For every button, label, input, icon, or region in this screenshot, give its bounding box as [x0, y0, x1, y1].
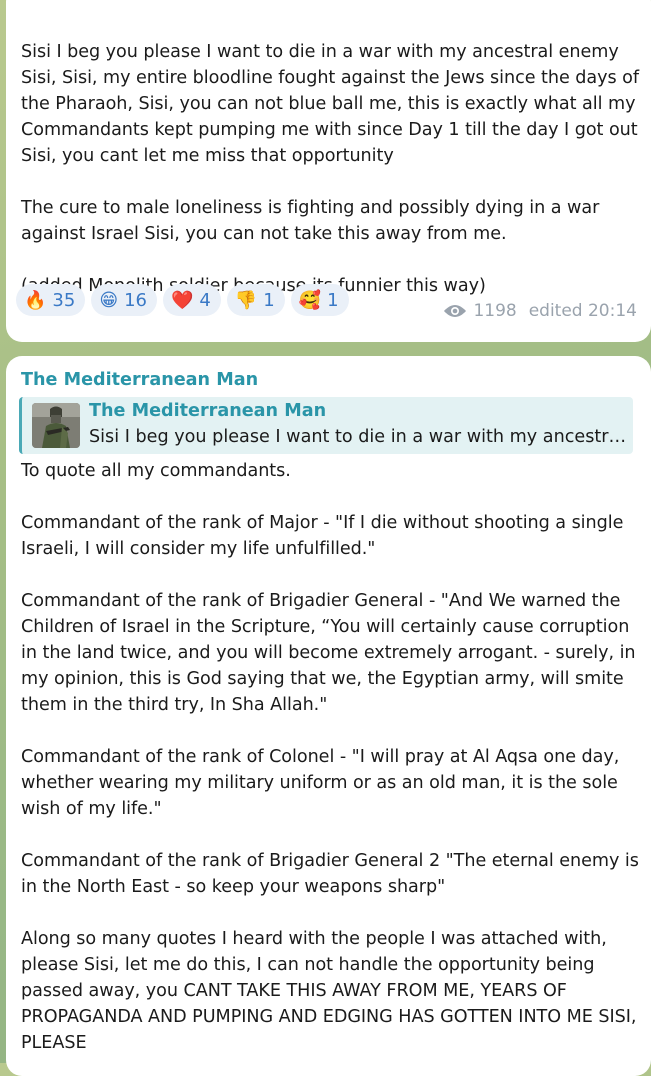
edited-timestamp: edited 20:14 [528, 301, 637, 321]
message-meta: 1198 edited 20:14 [443, 301, 637, 321]
reaction-hearts-face[interactable]: 🥰 1 [290, 284, 349, 316]
reply-text: Sisi I beg you please I want to die in a… [89, 427, 629, 447]
reply-sender-name: The Mediterranean Man [89, 401, 327, 421]
reaction-count: 1 [263, 289, 275, 311]
message-bubble-2: The Mediterranean Man The Mediterranean … [6, 356, 651, 1076]
reaction-count: 35 [52, 289, 76, 311]
view-count: 1198 [473, 301, 517, 321]
message-bubble-1: Sisi I beg you please I want to die in a… [6, 0, 651, 342]
reaction-heart[interactable]: ❤️ 4 [163, 284, 221, 316]
heart-emoji-icon: ❤️ [171, 289, 194, 311]
reaction-grin[interactable]: 😁 16 [91, 284, 157, 316]
fire-emoji-icon: 🔥 [24, 289, 47, 311]
reply-thumbnail [32, 403, 80, 448]
reaction-fire[interactable]: 🔥 35 [16, 284, 86, 316]
thumbs-down-emoji-icon: 👎 [234, 289, 258, 311]
reply-preview[interactable]: The Mediterranean Man Sisi I beg you ple… [19, 397, 633, 454]
reaction-count: 4 [199, 289, 211, 311]
reactions-bar: 🔥 35 😁 16 ❤️ 4 👎 1 🥰 1 [16, 284, 349, 316]
message-text: To quote all my commandants. Commandant … [21, 461, 639, 1053]
smiling-hearts-emoji-icon: 🥰 [298, 289, 322, 311]
sender-name[interactable]: The Mediterranean Man [21, 370, 258, 390]
eye-icon [444, 305, 467, 317]
grin-emoji-icon: 😁 [99, 289, 119, 311]
reaction-thumbs-down[interactable]: 👎 1 [226, 284, 285, 316]
message-text: Sisi I beg you please I want to die in a… [21, 42, 640, 296]
reaction-count: 1 [327, 289, 339, 311]
reaction-count: 16 [124, 289, 147, 311]
